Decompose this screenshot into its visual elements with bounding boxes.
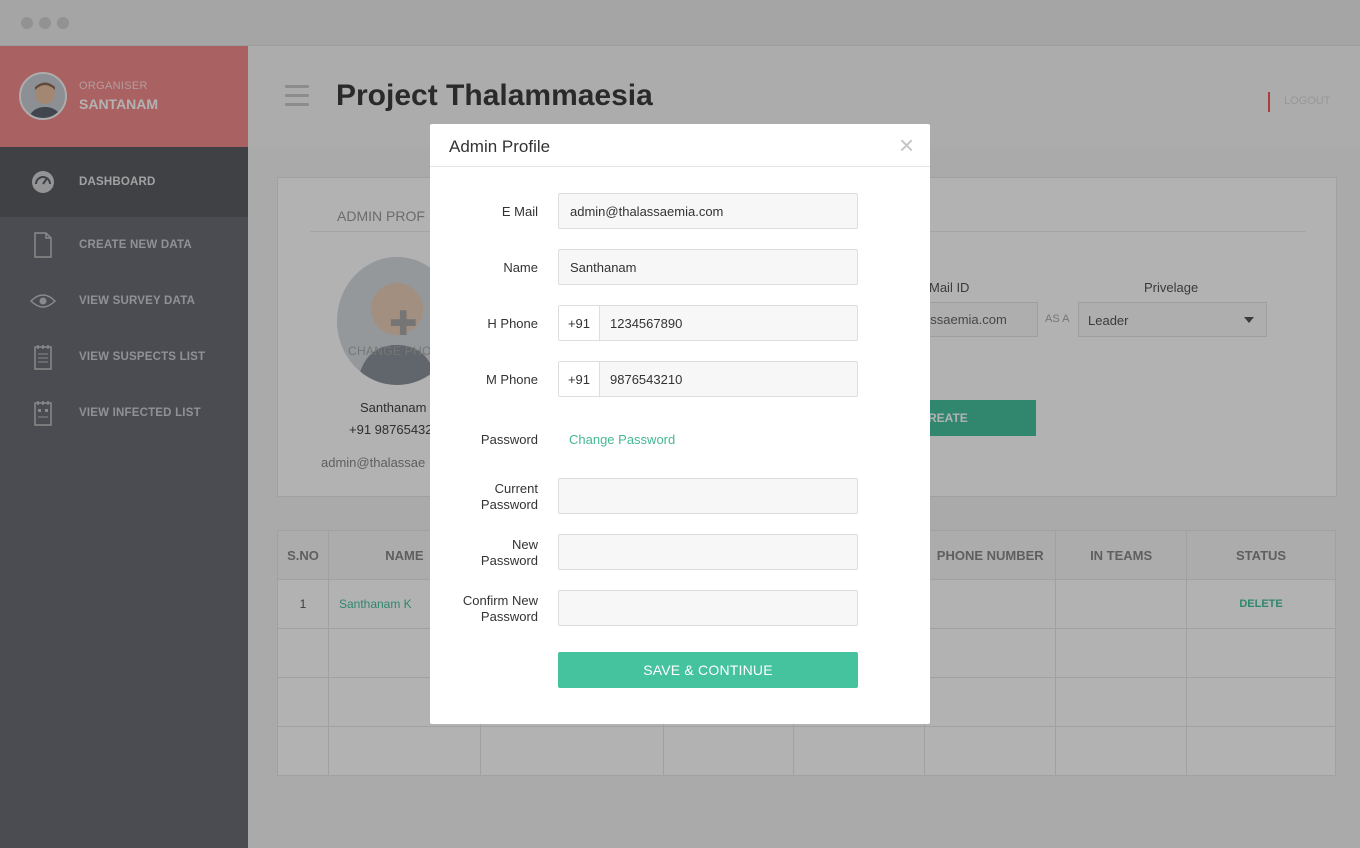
mobile-phone-label: M Phone xyxy=(485,372,538,387)
confirm-password-label-line: Password xyxy=(480,609,538,624)
new-password-label-line: Password xyxy=(480,553,538,568)
home-phone-field[interactable] xyxy=(600,306,857,340)
confirm-password-field[interactable] xyxy=(558,590,858,626)
new-password-field[interactable] xyxy=(558,534,858,570)
confirm-password-label-line: Confirm New xyxy=(462,593,538,608)
admin-profile-modal: Admin Profile × E Mail Name H Phone +91 … xyxy=(430,124,930,724)
current-password-label-line: Current xyxy=(494,481,538,496)
change-password-link[interactable]: Change Password xyxy=(569,432,675,447)
name-field[interactable] xyxy=(558,249,858,285)
modal-header: Admin Profile × xyxy=(430,124,930,167)
mobile-phone-field[interactable] xyxy=(600,362,857,396)
modal-title: Admin Profile xyxy=(449,137,551,156)
password-label: Password xyxy=(480,432,538,447)
name-label: Name xyxy=(503,260,538,275)
email-field[interactable] xyxy=(558,193,858,229)
home-phone-prefix: +91 xyxy=(559,306,600,340)
home-phone-group: +91 xyxy=(558,305,858,341)
save-continue-button[interactable]: SAVE & CONTINUE xyxy=(558,652,858,688)
current-password-label-line: Password xyxy=(480,497,538,512)
home-phone-label: H Phone xyxy=(487,316,538,331)
mobile-phone-prefix: +91 xyxy=(559,362,600,396)
email-label: E Mail xyxy=(501,204,538,219)
new-password-label: New Password xyxy=(481,537,538,569)
current-password-label: Current Password xyxy=(481,481,538,513)
close-icon[interactable]: × xyxy=(899,132,914,158)
confirm-password-label: Confirm New Password xyxy=(463,593,538,625)
current-password-field[interactable] xyxy=(558,478,858,514)
mobile-phone-group: +91 xyxy=(558,361,858,397)
new-password-label-line: New xyxy=(511,537,538,552)
